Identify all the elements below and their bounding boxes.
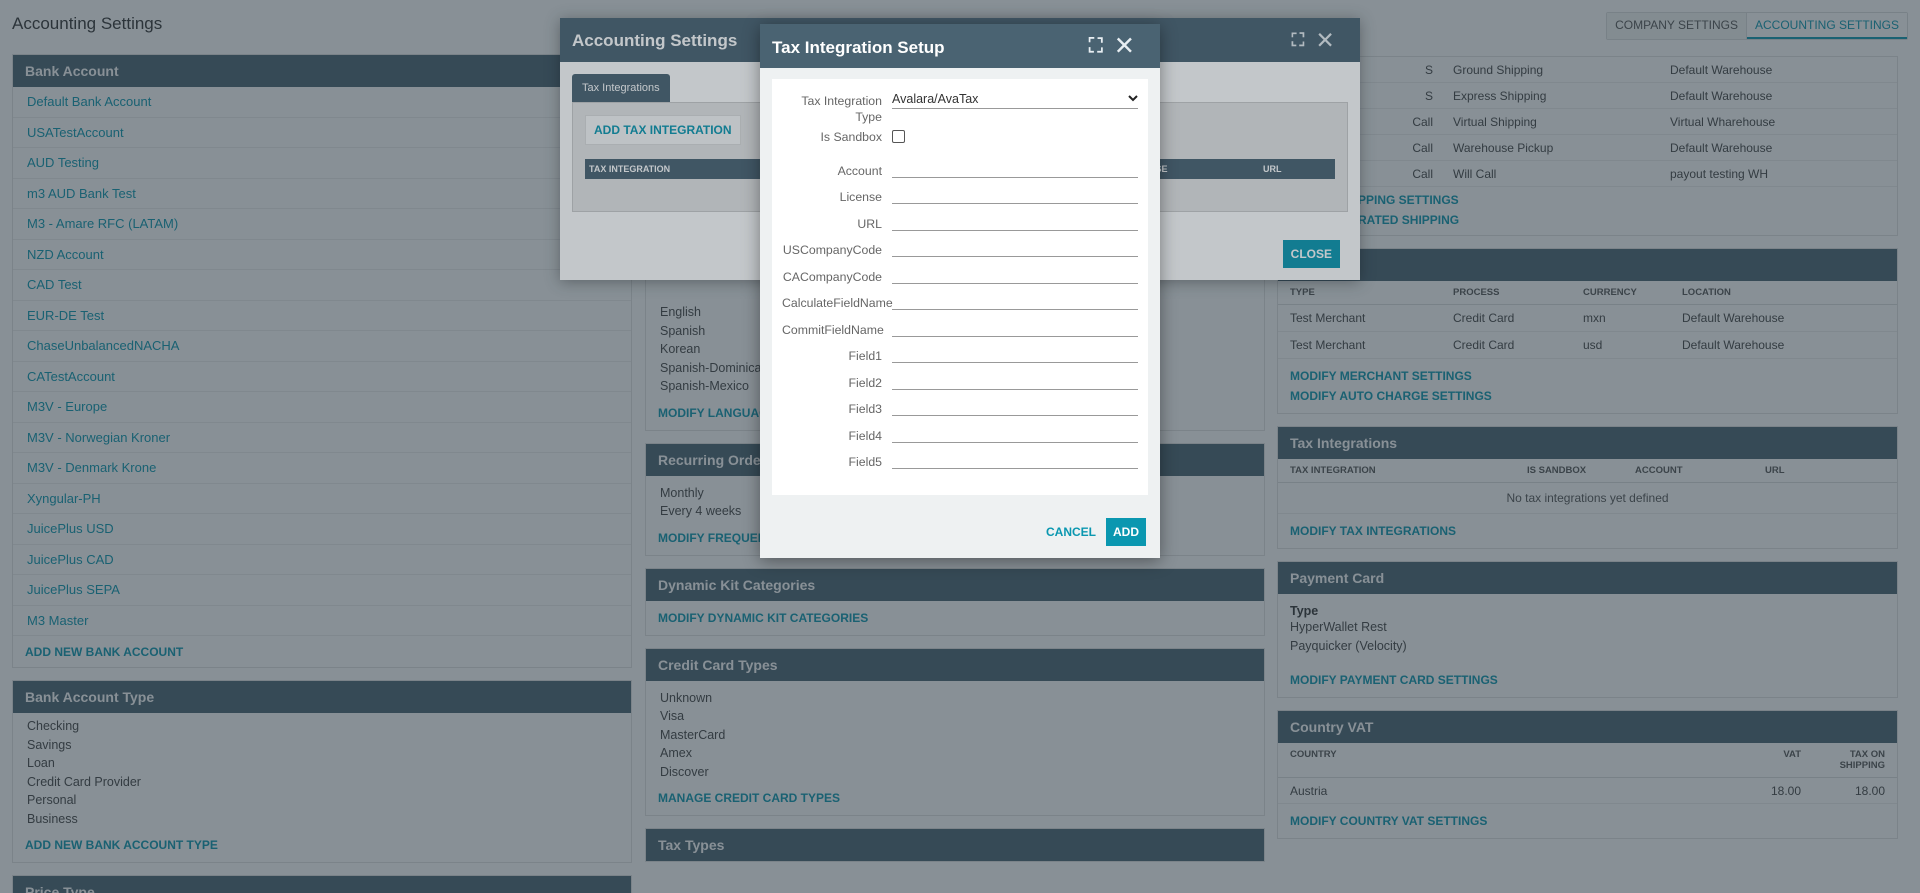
form-row: Is Sandbox [782, 123, 1138, 151]
form-row: Field5 [782, 443, 1138, 469]
tax-type-label: Tax Integration Type [801, 94, 882, 124]
field1-input[interactable] [892, 345, 1138, 363]
field-label: License [839, 190, 882, 204]
uscompanycode-input[interactable] [892, 239, 1138, 257]
field3-input[interactable] [892, 398, 1138, 416]
cancel-button[interactable]: CANCEL [1046, 525, 1096, 539]
field-label: Field2 [848, 375, 883, 390]
commitfieldname-input[interactable] [892, 319, 1138, 337]
account-input[interactable] [892, 160, 1138, 178]
form-row: CalculateFieldName [782, 284, 1138, 310]
field-label: Field5 [848, 455, 883, 469]
field-label: Field3 [848, 402, 883, 416]
calculatefieldname-input[interactable] [892, 292, 1138, 310]
tax-integration-form: Tax Integration Type Avalara/AvaTax Is S… [772, 79, 1148, 495]
form-row: URL [782, 204, 1138, 231]
tax-type-value: Avalara/AvaTax [892, 91, 979, 106]
modal-header: Tax Integration Setup ⛶✕ [760, 24, 1160, 68]
form-row: CommitFieldName [782, 310, 1138, 337]
form-row: Field2 [782, 363, 1138, 390]
form-row: License [782, 178, 1138, 204]
modal-title: Tax Integration Setup [772, 38, 945, 57]
modal-window-controls: ⛶✕ [1089, 35, 1146, 58]
form-row: Tax Integration Type Avalara/AvaTax [782, 89, 1138, 124]
modal-footer: CANCEL ADD [1046, 518, 1146, 546]
field-label: CalculateFieldName [782, 296, 893, 310]
chevron-down-icon [1128, 95, 1138, 102]
form-row: CACompanyCode [782, 257, 1138, 284]
field4-input[interactable] [892, 425, 1138, 443]
form-row: Field3 [782, 390, 1138, 416]
add-button[interactable]: ADD [1106, 518, 1146, 546]
maximize-icon[interactable]: ⛶ [1089, 35, 1117, 57]
cacompanycode-input[interactable] [892, 266, 1138, 284]
url-input[interactable] [892, 213, 1138, 231]
field5-input[interactable] [892, 451, 1138, 469]
license-input[interactable] [892, 186, 1138, 204]
sandbox-label: Is Sandbox [820, 130, 882, 144]
form-row: Field4 [782, 416, 1138, 443]
field-label: Account [837, 163, 882, 178]
field-label: Field1 [848, 349, 883, 363]
field-label: USCompanyCode [782, 243, 882, 257]
form-row: USCompanyCode [782, 231, 1138, 257]
field-label: CACompanyCode [782, 269, 882, 284]
tax-integration-setup-modal: Tax Integration Setup ⛶✕ Tax Integration… [760, 24, 1160, 558]
field-label: Field4 [848, 428, 883, 443]
field-label: URL [857, 216, 882, 231]
form-fields: Account License URL USCompanyCode CACompanyC… [782, 151, 1138, 469]
field-label: CommitFieldName [782, 322, 884, 337]
close-icon[interactable]: ✕ [1117, 35, 1146, 57]
tax-type-select[interactable]: Avalara/AvaTax [892, 89, 1138, 109]
form-row: Account [782, 151, 1138, 178]
form-row: Field1 [782, 337, 1138, 363]
field2-input[interactable] [892, 372, 1138, 390]
sandbox-checkbox[interactable] [892, 129, 905, 143]
